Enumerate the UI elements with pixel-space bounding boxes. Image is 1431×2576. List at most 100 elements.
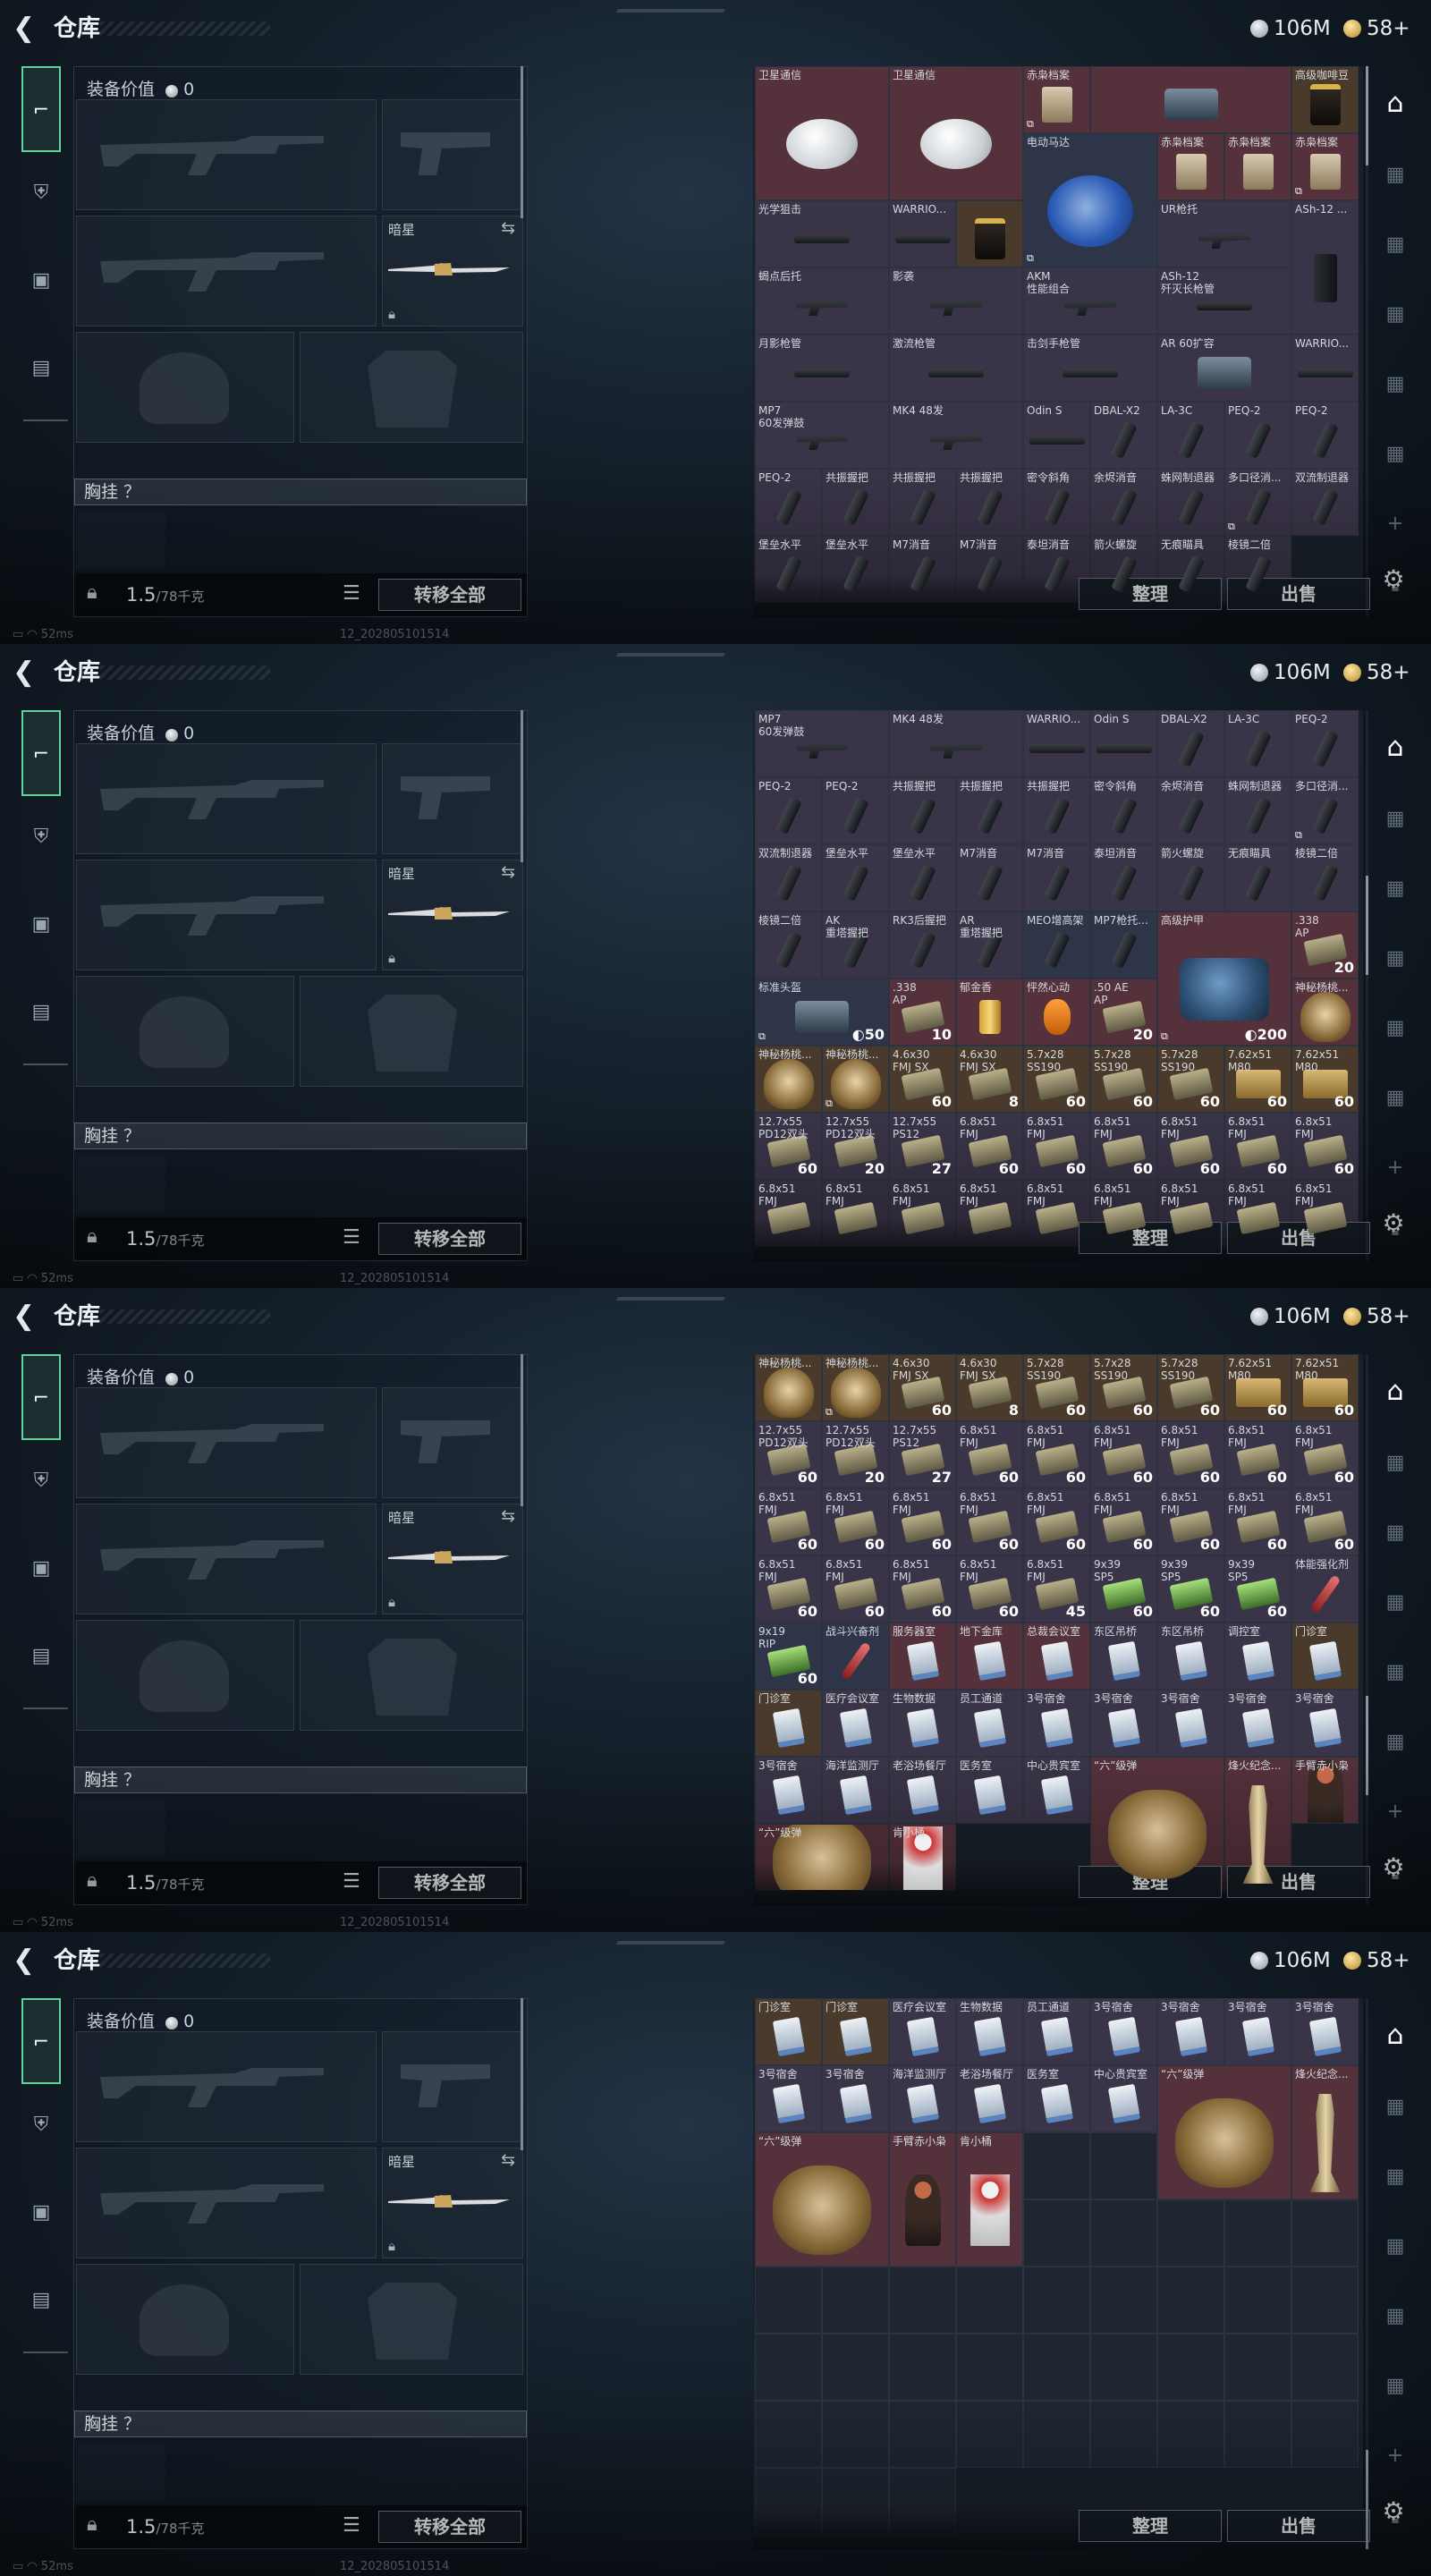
stash-item[interactable]: 6.8x51 FMJ 60 — [1224, 1113, 1291, 1180]
stash-item[interactable]: 4.6x30 FMJ SX 8 — [956, 1354, 1023, 1421]
empty-grid-cell[interactable] — [1291, 2199, 1359, 2267]
lock-icon[interactable]: 🔒︎ — [1376, 2499, 1415, 2538]
stash-item[interactable]: M7消音 — [889, 536, 956, 603]
tab-briefcase-icon[interactable]: ▤ — [21, 349, 61, 388]
stash-item[interactable]: 标准头盔 ◐50 ⧉ — [755, 979, 889, 1046]
stash-item[interactable]: 7.62x51 M80 60 — [1224, 1354, 1291, 1421]
stash-item[interactable]: .50 AE AP 20 — [1090, 979, 1157, 1046]
stash-item[interactable]: 棱镜二倍 — [755, 911, 822, 979]
stash-item[interactable]: 3号宿舍 — [1291, 1690, 1359, 1757]
tab-backpack-icon[interactable]: ▣ — [21, 2193, 61, 2233]
empty-grid-cell[interactable] — [1023, 2334, 1090, 2401]
tertiary-weapon-slot[interactable] — [76, 2148, 377, 2258]
stash-item[interactable]: 双流制退器 — [1291, 469, 1359, 536]
empty-grid-cell[interactable] — [822, 2267, 889, 2334]
stash-item[interactable]: 6.8x51 FMJ 60 — [956, 1421, 1023, 1488]
scope-case-icon[interactable]: ▦ — [1376, 2227, 1415, 2267]
plus-icon[interactable]: + — [1376, 1148, 1415, 1188]
stash-item[interactable]: AK 重塔握把 — [822, 911, 889, 979]
stash-item[interactable]: Odin S — [1090, 710, 1157, 777]
stash-item[interactable]: PEQ-2 — [1224, 402, 1291, 469]
warehouse-icon[interactable]: ⌂ — [1376, 2016, 1415, 2055]
stash-item[interactable]: 无痕瞄具 — [1157, 536, 1224, 603]
settings-icon[interactable]: ⚙ — [1376, 1206, 1411, 1241]
stash-item[interactable]: 无痕瞄具 — [1224, 844, 1291, 911]
tab-briefcase-icon[interactable]: ▤ — [21, 993, 61, 1032]
stash-item[interactable]: 共振握把 — [889, 469, 956, 536]
empty-grid-cell[interactable] — [755, 2267, 822, 2334]
settings-icon[interactable]: ⚙ — [1376, 562, 1411, 597]
melee-slot[interactable]: 暗星 ⇆ 🔒︎ — [382, 216, 523, 326]
stash-item[interactable]: M7消音 — [956, 844, 1023, 911]
back-icon[interactable]: ❮ — [13, 1945, 39, 1977]
empty-grid-cell[interactable] — [1090, 2401, 1157, 2468]
stash-item[interactable]: 地下金库 — [956, 1623, 1023, 1690]
stash-item[interactable]: 5.7x28 SS190 60 — [1157, 1046, 1224, 1113]
rifle-rack-icon[interactable]: ▦ — [1376, 435, 1415, 474]
transfer-all-button[interactable]: 转移全部 — [378, 1223, 521, 1255]
stash-item[interactable]: 堡垒水平 — [889, 844, 956, 911]
stash-item[interactable]: 6.8x51 FMJ 45 — [1023, 1555, 1090, 1623]
stash-item[interactable]: 体能强化剂 — [1291, 1555, 1359, 1623]
premium-counter[interactable]: 58+ — [1343, 657, 1410, 689]
tab-weapons-pistol-icon[interactable]: ⌐ — [21, 66, 61, 152]
stash-item[interactable]: PEQ-2 — [1291, 402, 1359, 469]
stash-scrollbar[interactable] — [1366, 66, 1368, 617]
stash-item[interactable]: MK4 48发 — [889, 402, 1023, 469]
stash-item[interactable]: 5.7x28 SS190 60 — [1023, 1354, 1090, 1421]
stash-item[interactable]: 共振握把 — [822, 469, 889, 536]
stash-item[interactable]: 3号宿舍 — [1291, 1998, 1359, 2065]
empty-grid-cell[interactable] — [1157, 2334, 1224, 2401]
stash-item[interactable]: 员工通道 — [956, 1690, 1023, 1757]
stash-item[interactable]: 6.8x51 FMJ — [889, 1180, 956, 1247]
plus-icon[interactable]: + — [1376, 504, 1415, 544]
stash-item[interactable]: 手臂赤小枭 — [1291, 1757, 1359, 1824]
stash-item[interactable]: M7消音 — [956, 536, 1023, 603]
empty-grid-cell[interactable] — [889, 2468, 956, 2535]
stash-item[interactable]: 卫星通信 — [889, 66, 1023, 200]
stash-item[interactable]: 6.8x51 FMJ — [1157, 1180, 1224, 1247]
stash-item[interactable]: 密令斜角 — [1023, 469, 1090, 536]
stash-item[interactable]: 9x19 RIP 60 — [755, 1623, 822, 1690]
stash-item[interactable]: MP7 60发弹鼓 — [755, 402, 889, 469]
stash-item[interactable]: 6.8x51 FMJ 60 — [1023, 1488, 1090, 1555]
stash-item[interactable]: 赤枭档案 ⧉ — [1291, 133, 1359, 200]
stash-item[interactable]: RK3后握把 — [889, 911, 956, 979]
tab-weapons-pistol-icon[interactable]: ⌐ — [21, 1998, 61, 2084]
stash-item[interactable]: WARRIO... — [1023, 710, 1090, 777]
stash-item[interactable]: 怦然心动 — [1023, 979, 1090, 1046]
melee-slot[interactable]: 暗星 ⇆ 🔒︎ — [382, 2148, 523, 2258]
stash-item[interactable]: 手臂赤小枭 — [889, 2132, 956, 2267]
stash-item[interactable]: PEQ-2 — [755, 777, 822, 844]
stash-item[interactable]: 神秘杨桃... ⧉ — [822, 1046, 889, 1113]
stash-item[interactable]: 3号宿舍 — [1224, 1690, 1291, 1757]
stash-item[interactable]: 门诊室 — [755, 1690, 822, 1757]
stash-item[interactable]: 4.6x30 FMJ SX 8 — [956, 1046, 1023, 1113]
stash-item[interactable]: 海洋监测厅 — [822, 1757, 889, 1824]
stash-item[interactable]: 3号宿舍 — [1157, 1998, 1224, 2065]
back-icon[interactable]: ❮ — [13, 657, 39, 689]
money-counter[interactable]: 106M — [1250, 657, 1331, 689]
tab-armor-icon[interactable]: ⛨ — [21, 2106, 61, 2145]
secondary-weapon-slot[interactable] — [382, 99, 523, 210]
stash-item[interactable]: 6.8x51 FMJ — [1090, 1180, 1157, 1247]
stash-item[interactable]: 影袭 — [889, 267, 1023, 335]
melee-slot[interactable]: 暗星 ⇆ 🔒︎ — [382, 1504, 523, 1614]
helmet-slot[interactable] — [76, 2264, 294, 2375]
stash-item[interactable]: 神秘杨桃... ⧉ — [822, 1354, 889, 1421]
tertiary-weapon-slot[interactable] — [76, 216, 377, 326]
tab-weapons-pistol-icon[interactable]: ⌐ — [21, 1354, 61, 1440]
stash-item[interactable]: 6.8x51 FMJ 60 — [1023, 1113, 1090, 1180]
tertiary-weapon-slot[interactable] — [76, 860, 377, 970]
empty-grid-cell[interactable] — [889, 2267, 956, 2334]
stash-item[interactable]: 泰坦消音 — [1090, 844, 1157, 911]
ammo-case-icon[interactable]: ▦ — [1376, 1513, 1415, 1553]
stash-item[interactable]: 6.8x51 FMJ 60 — [956, 1555, 1023, 1623]
stash-item[interactable]: 6.8x51 FMJ 60 — [1157, 1113, 1224, 1180]
stash-item[interactable]: 6.8x51 FMJ — [1023, 1180, 1090, 1247]
empty-grid-cell[interactable] — [1291, 2267, 1359, 2334]
stash-item[interactable]: 门诊室 — [822, 1998, 889, 2065]
stash-item[interactable]: 月影枪管 — [755, 335, 889, 402]
stash-item[interactable]: “六”级弹 — [1157, 2065, 1291, 2199]
stash-item[interactable]: 6.8x51 FMJ 60 — [956, 1488, 1023, 1555]
